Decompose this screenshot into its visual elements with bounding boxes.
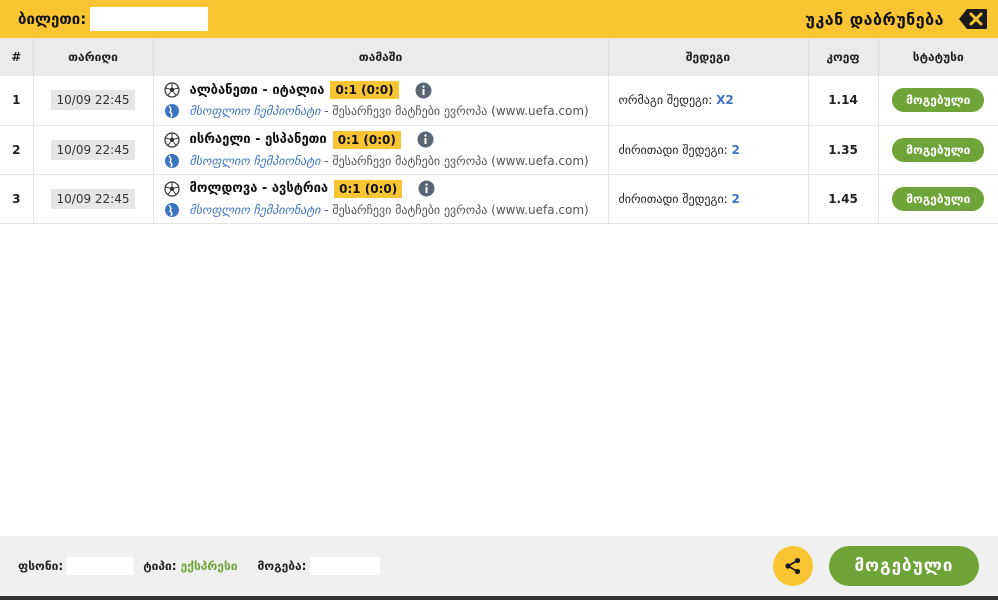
col-header-status: სტატუსი — [878, 38, 998, 76]
soccer-ball-icon — [163, 82, 180, 98]
status-badge: მოგებული — [892, 137, 985, 162]
col-header-result: შედეგი — [608, 38, 809, 76]
odds-value: 1.45 — [808, 174, 879, 224]
bet-label: ძირითადი შედეგი: — [618, 142, 732, 157]
globe-icon — [164, 202, 179, 217]
globe-icon — [164, 104, 179, 119]
bet-result: ძირითადი შედეგი: 2 — [608, 174, 809, 224]
stake-value-redacted — [67, 557, 134, 575]
row-number: 2 — [0, 125, 34, 175]
soccer-ball-icon — [163, 131, 180, 148]
bet-value: X2 — [716, 93, 734, 108]
bet-label: ძირითადი შედეგი: — [618, 191, 732, 206]
match-score: 0:1 (0:0) — [332, 130, 401, 149]
stake-label: ფსონი: — [18, 559, 64, 573]
bets-table: # თარიღი თამაში შედეგი კოეფ სტატუსი 1 10… — [0, 38, 998, 224]
win-label: მოგება: — [257, 559, 307, 573]
match-date: 10/09 22:45 — [50, 188, 136, 209]
league-name: მსოფლიო ჩემპიონატი - შესარჩევი მატჩები ე… — [190, 203, 589, 217]
share-button[interactable] — [773, 546, 813, 586]
odds-value: 1.14 — [808, 76, 879, 126]
table-row: 1 10/09 22:45 ალბანეთი - იტალია 0:1 (0:0… — [0, 76, 998, 126]
back-button[interactable]: უკან დაბრუნება — [805, 8, 988, 30]
bet-value: 2 — [731, 142, 740, 157]
row-number: 3 — [0, 174, 34, 224]
info-icon[interactable] — [418, 180, 435, 197]
col-header-odds: კოეფ — [808, 38, 879, 76]
bottom-strip — [0, 596, 998, 600]
share-icon — [785, 557, 801, 575]
league-detail: - შესარჩევი მატჩები ევროპა (www.uefa.com… — [320, 153, 589, 168]
table-row: 3 10/09 22:45 მოლდოვა - ავსტრია 0:1 (0:0… — [0, 174, 998, 224]
col-header-num: # — [0, 38, 34, 76]
type-value: ექსპრესი — [180, 559, 238, 573]
type-label: ტიპი: — [143, 559, 177, 573]
ticket-label: ბილეთი: — [18, 10, 87, 28]
match-score: 0:1 (0:0) — [334, 179, 403, 198]
league-champ[interactable]: მსოფლიო ჩემპიონატი — [190, 203, 321, 217]
globe-icon — [164, 153, 179, 168]
status-badge: მოგებული — [892, 88, 985, 113]
table-header: # თარიღი თამაში შედეგი კოეფ სტატუსი — [0, 38, 998, 76]
match-date: 10/09 22:45 — [50, 139, 136, 160]
league-champ[interactable]: მსოფლიო ჩემპიონატი — [190, 154, 321, 168]
match-date: 10/09 22:45 — [50, 90, 136, 111]
bet-label: ორმაგი შედეგი: — [618, 93, 717, 108]
bet-result: ძირითადი შედეგი: 2 — [608, 125, 809, 175]
col-header-date: თარიღი — [33, 38, 154, 76]
soccer-ball-icon — [163, 180, 180, 197]
table-row: 2 10/09 22:45 ისრაელი - ესპანეთი 0:1 (0:… — [0, 125, 998, 175]
info-icon[interactable] — [415, 82, 432, 99]
bet-value: 2 — [731, 191, 740, 206]
ticket-result-button[interactable]: მოგებული — [829, 546, 979, 586]
win-value-redacted — [310, 557, 381, 575]
league-name: მსოფლიო ჩემპიონატი - შესარჩევი მატჩები ე… — [190, 104, 589, 118]
back-label: უკან დაბრუნება — [805, 9, 944, 29]
top-bar: ბილეთი: უკან დაბრუნება — [0, 0, 998, 38]
backspace-close-icon — [959, 9, 987, 29]
league-detail: - შესარჩევი მატჩები ევროპა (www.uefa.com… — [320, 202, 589, 217]
info-icon[interactable] — [417, 131, 434, 148]
league-champ[interactable]: მსოფლიო ჩემპიონატი — [190, 104, 321, 118]
ticket-id-redacted — [90, 7, 209, 31]
bet-result: ორმაგი შედეგი: X2 — [608, 76, 809, 126]
ticket-footer: ფსონი: ტიპი: ექსპრესი მოგება: მოგებული — [0, 536, 998, 596]
row-number: 1 — [0, 76, 34, 126]
match-teams[interactable]: ალბანეთი - იტალია — [190, 83, 325, 98]
odds-value: 1.35 — [808, 125, 879, 175]
league-detail: - შესარჩევი მატჩები ევროპა (www.uefa.com… — [320, 104, 589, 119]
status-badge: მოგებული — [892, 186, 985, 211]
league-name: მსოფლიო ჩემპიონატი - შესარჩევი მატჩები ე… — [190, 154, 589, 168]
match-score: 0:1 (0:0) — [330, 81, 399, 100]
col-header-game: თამაში — [153, 38, 609, 76]
match-teams[interactable]: ისრაელი - ესპანეთი — [190, 132, 327, 147]
match-teams[interactable]: მოლდოვა - ავსტრია — [190, 181, 329, 196]
